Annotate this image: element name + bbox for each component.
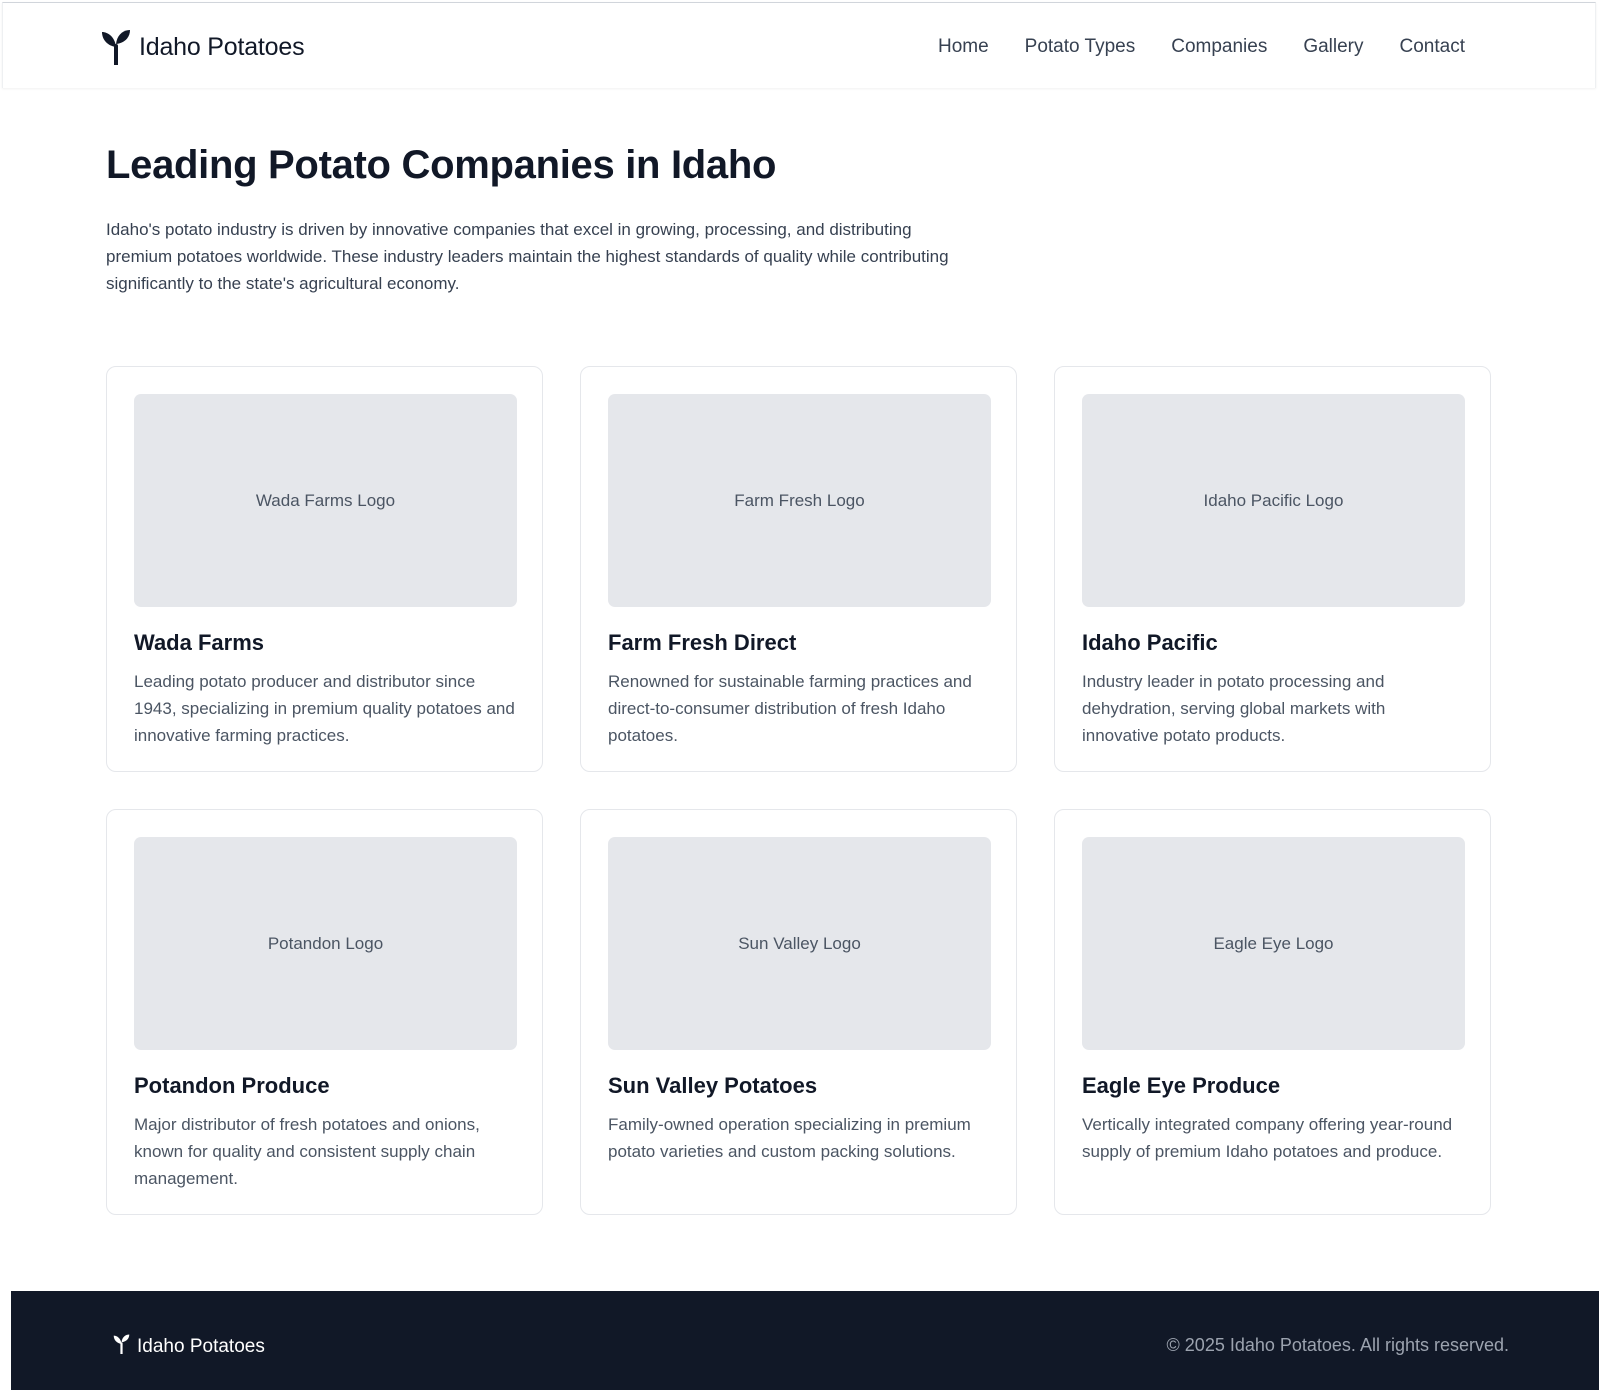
nav-contact[interactable]: Contact <box>1400 35 1465 59</box>
company-card: Farm Fresh Logo Farm Fresh Direct Renown… <box>580 366 1017 772</box>
company-description: Leading potato producer and distributor … <box>134 672 515 745</box>
nav-companies[interactable]: Companies <box>1171 35 1267 59</box>
company-name: Idaho Pacific <box>1082 630 1218 655</box>
sprout-icon <box>113 1334 130 1359</box>
company-logo-placeholder: Farm Fresh Logo <box>608 394 991 607</box>
company-logo-placeholder: Wada Farms Logo <box>134 394 517 607</box>
site-header: Idaho Potatoes Home Potato Types Compani… <box>2 2 1596 88</box>
footer-brand-name: Idaho Potatoes <box>137 1335 265 1357</box>
nav-home[interactable]: Home <box>938 35 989 59</box>
site-footer: Idaho Potatoes © 2025 Idaho Potatoes. Al… <box>11 1291 1599 1390</box>
company-card: Eagle Eye Logo Eagle Eye Produce Vertica… <box>1054 809 1491 1215</box>
intro-paragraph: Idaho's potato industry is driven by inn… <box>106 220 949 293</box>
page-title: Leading Potato Companies in Idaho <box>106 143 777 187</box>
company-description: Vertically integrated company offering y… <box>1082 1115 1453 1161</box>
copyright-text: © 2025 Idaho Potatoes. All rights reserv… <box>1166 1335 1509 1355</box>
company-name: Sun Valley Potatoes <box>608 1073 818 1098</box>
company-description: Major distributor of fresh potatoes and … <box>134 1115 480 1188</box>
company-grid: Wada Farms Logo Wada Farms Leading potat… <box>106 366 1491 1215</box>
company-description: Family-owned operation specializing in p… <box>608 1115 971 1161</box>
brand-name: Idaho Potatoes <box>139 32 305 61</box>
company-logo-placeholder: Potandon Logo <box>134 837 517 1050</box>
company-description: Industry leader in potato processing and… <box>1082 672 1386 745</box>
sprout-icon <box>101 29 131 65</box>
company-name: Eagle Eye Produce <box>1082 1073 1281 1098</box>
company-card: Potandon Logo Potandon Produce Major dis… <box>106 809 543 1215</box>
nav-potato-types[interactable]: Potato Types <box>1025 35 1136 59</box>
company-card: Idaho Pacific Logo Idaho Pacific Industr… <box>1054 366 1491 772</box>
company-logo-placeholder: Sun Valley Logo <box>608 837 991 1050</box>
company-logo-placeholder: Eagle Eye Logo <box>1082 837 1465 1050</box>
footer-brand[interactable]: Idaho Potatoes <box>113 1334 265 1359</box>
company-name: Farm Fresh Direct <box>608 630 797 655</box>
nav-gallery[interactable]: Gallery <box>1303 35 1363 59</box>
company-logo-placeholder: Idaho Pacific Logo <box>1082 394 1465 607</box>
company-name: Wada Farms <box>134 630 265 655</box>
brand-link[interactable]: Idaho Potatoes <box>101 29 305 65</box>
company-card: Sun Valley Logo Sun Valley Potatoes Fami… <box>580 809 1017 1215</box>
company-description: Renowned for sustainable farming practic… <box>608 672 972 745</box>
main-content: Leading Potato Companies in Idaho Idaho'… <box>106 136 1492 1215</box>
company-card: Wada Farms Logo Wada Farms Leading potat… <box>106 366 543 772</box>
main-nav: Home Potato Types Companies Gallery Cont… <box>938 35 1465 59</box>
company-name: Potandon Produce <box>134 1073 330 1098</box>
